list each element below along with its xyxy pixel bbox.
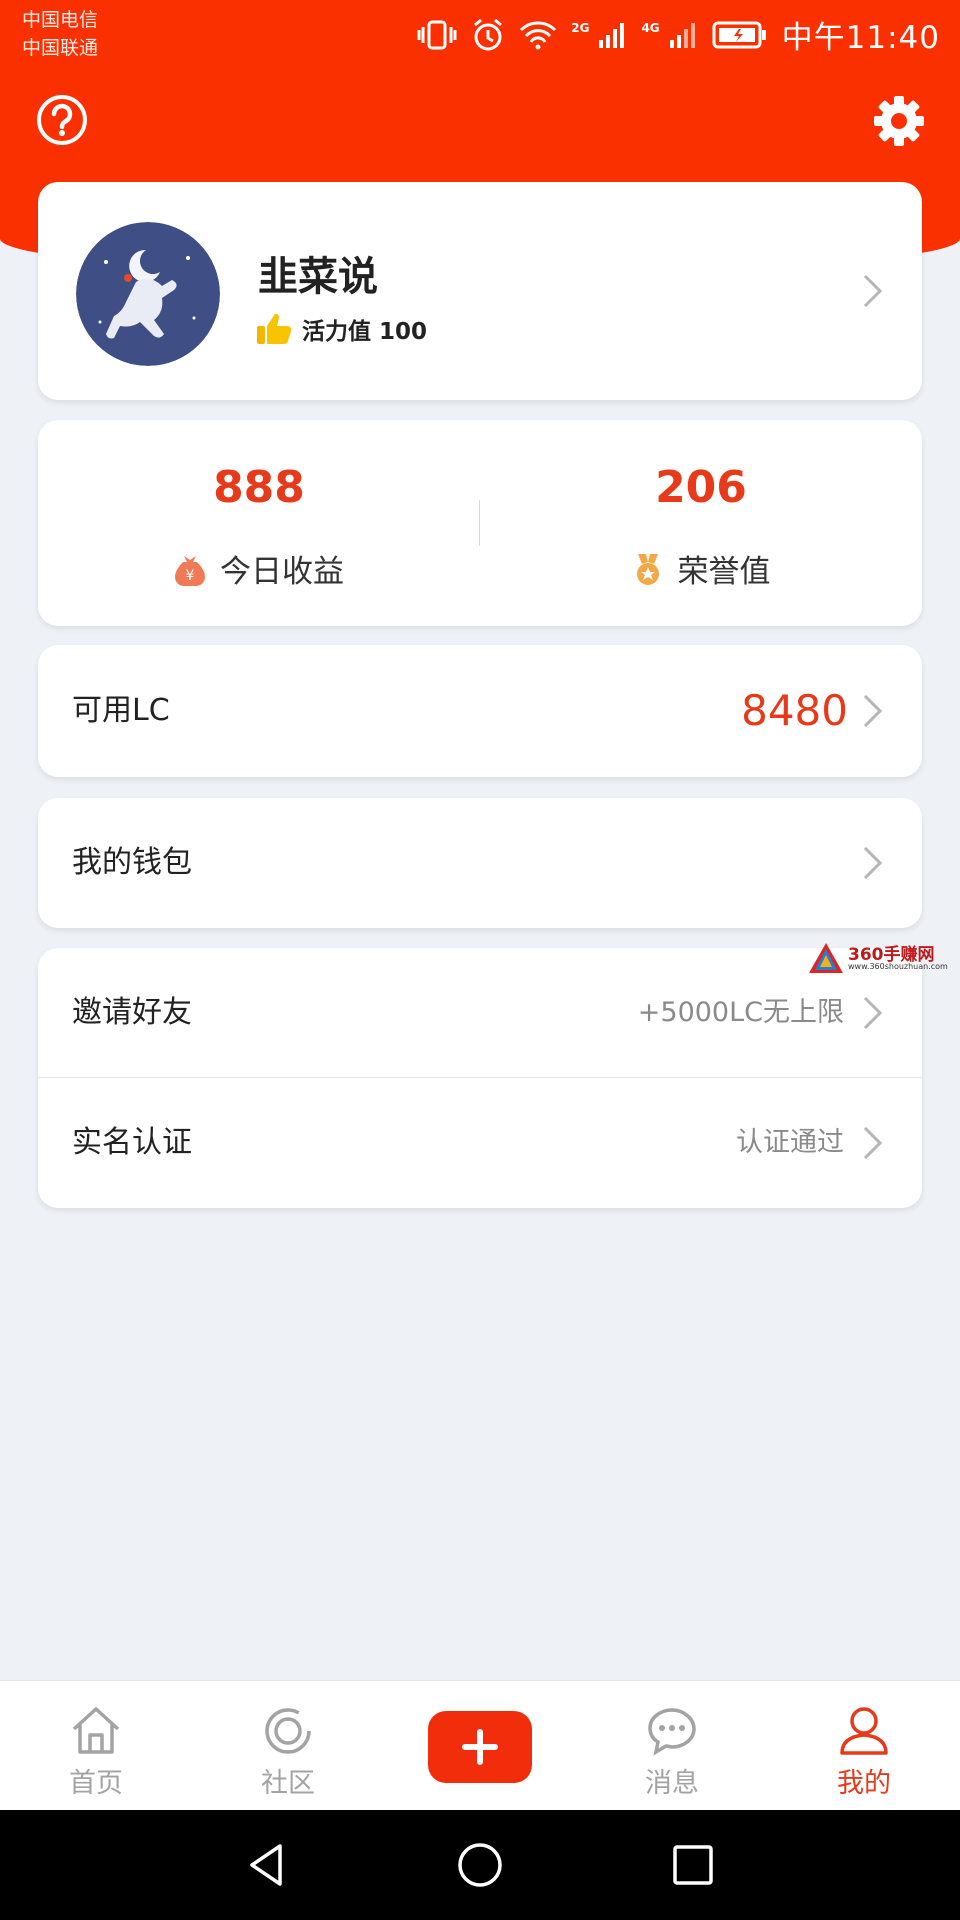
add-post-button[interactable]: [428, 1711, 532, 1783]
invite-friends-row[interactable]: 邀请好友 +5000LC无上限: [38, 948, 922, 1078]
chevron-right-icon: [863, 996, 883, 1030]
verification-status: 认证通过: [736, 1127, 844, 1158]
available-lc-row[interactable]: 可用LC 8480: [38, 645, 922, 777]
honor-stat[interactable]: 206 荣誉值: [480, 420, 922, 626]
chat-bubble-icon: [648, 1708, 696, 1756]
medal-icon: [636, 553, 659, 585]
real-name-verification-row[interactable]: 实名认证 认证通过: [38, 1078, 922, 1208]
tab-community[interactable]: 社区: [192, 1681, 384, 1811]
chevron-right-icon: [863, 274, 883, 308]
tab-home[interactable]: 首页: [0, 1681, 192, 1811]
wifi-icon: [519, 20, 557, 50]
tab-home-label: 首页: [69, 1768, 123, 1799]
tab-messages[interactable]: 消息: [576, 1681, 768, 1811]
settings-button[interactable]: [872, 94, 926, 148]
real-name-verification-label: 实名认证: [72, 1125, 192, 1160]
help-button[interactable]: [36, 94, 88, 146]
money-bag-icon: ¥: [175, 555, 205, 586]
chevron-right-icon: [863, 1126, 883, 1160]
signal-icon: [668, 20, 698, 50]
status-time: 中午11:40: [781, 20, 940, 56]
watermark-logo-icon: [809, 943, 843, 973]
invite-friends-label: 邀请好友: [72, 995, 192, 1030]
signal-icon: [597, 20, 627, 50]
back-triangle-icon[interactable]: [242, 1840, 292, 1890]
carrier-2: 中国联通: [22, 37, 99, 59]
thumbs-up-icon: [257, 313, 292, 344]
battery-icon: [712, 20, 768, 50]
status-bar: 中国电信 中国联通 2G 4G 中午11:40: [0, 0, 960, 66]
today-earnings-value: 888: [213, 462, 305, 513]
recent-apps-square-icon[interactable]: [668, 1840, 718, 1890]
today-earnings-label: 今日收益: [220, 554, 344, 590]
community-icon: [265, 1708, 311, 1754]
astronaut-avatar: [76, 222, 220, 366]
alarm-icon: [471, 18, 505, 52]
stats-card: 888 ¥ 今日收益 206 荣誉值: [38, 420, 922, 626]
gear-icon: [874, 96, 924, 146]
my-wallet-label: 我的钱包: [72, 845, 192, 880]
question-circle-icon: [37, 95, 87, 145]
user-icon: [840, 1707, 888, 1755]
account-options-card: 邀请好友 +5000LC无上限 实名认证 认证通过: [38, 948, 922, 1208]
watermark: 360手赚网 www.360shouzhuan.com: [808, 940, 958, 976]
vitality-row: 活力值 100: [256, 312, 427, 346]
tab-community-label: 社区: [261, 1768, 315, 1799]
today-earnings-stat[interactable]: 888 ¥ 今日收益: [38, 420, 480, 626]
vitality-value: 活力值 100: [302, 319, 428, 345]
username: 韭菜说: [258, 254, 378, 300]
tab-mine-label: 我的: [837, 1768, 891, 1799]
tab-mine[interactable]: 我的: [768, 1681, 960, 1811]
carrier-info: 中国电信 中国联通: [22, 6, 98, 62]
chevron-right-icon: [863, 846, 883, 880]
status-icons: 2G 4G 中午11:40: [417, 12, 940, 57]
today-earnings-label-row: ¥ 今日收益: [38, 546, 480, 591]
available-lc-value: 8480: [741, 686, 848, 735]
system-nav-bar: [0, 1810, 960, 1920]
available-lc-label: 可用LC: [72, 693, 170, 728]
honor-label: 荣誉值: [677, 554, 771, 590]
home-icon: [72, 1707, 120, 1754]
watermark-url: www.360shouzhuan.com: [848, 962, 948, 971]
network-type-2: 4G: [641, 20, 660, 35]
chevron-right-icon: [863, 694, 883, 728]
plus-icon: [462, 1729, 498, 1765]
honor-value: 206: [655, 462, 747, 513]
profile-card[interactable]: 韭菜说 活力值 100: [38, 182, 922, 400]
tab-messages-label: 消息: [645, 1768, 699, 1799]
my-wallet-row[interactable]: 我的钱包: [38, 798, 922, 928]
bottom-tab-bar: 首页 社区 消息 我的: [0, 1680, 960, 1810]
honor-label-row: 荣誉值: [480, 546, 922, 591]
network-type-1: 2G: [571, 20, 590, 35]
home-circle-icon[interactable]: [455, 1840, 505, 1890]
svg-text:¥: ¥: [186, 568, 195, 584]
carrier-1: 中国电信: [22, 9, 99, 31]
avatar[interactable]: [76, 222, 220, 366]
vibrate-icon: [417, 19, 457, 51]
